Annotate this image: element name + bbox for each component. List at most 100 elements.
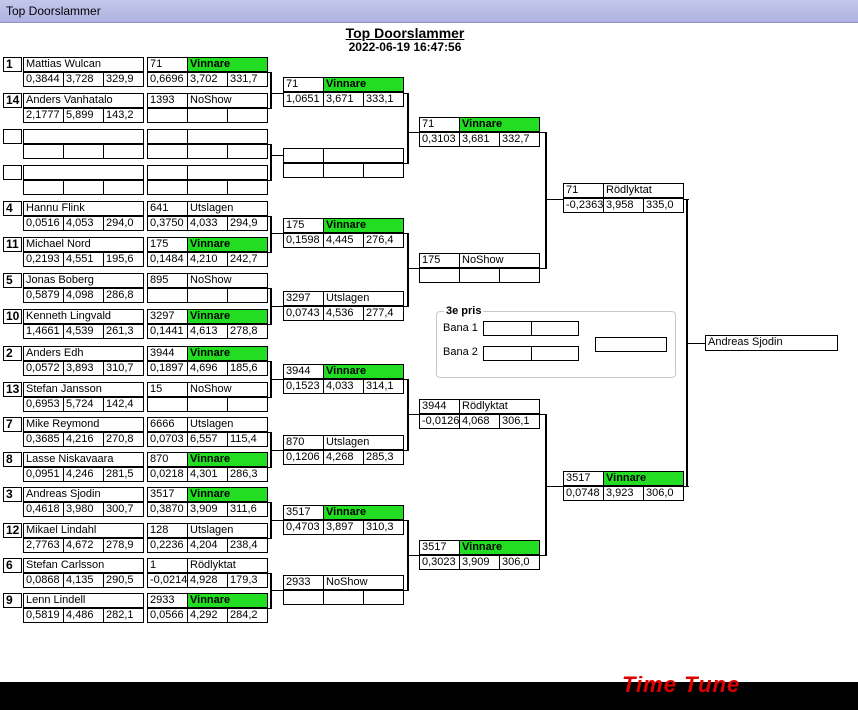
r1-slot-11-driver-name[interactable]: Mike Reymond [23, 417, 144, 432]
r1-slot-15-number[interactable]: 1 [147, 558, 188, 573]
r1-slot-11-number[interactable]: 6666 [147, 417, 188, 432]
r1-slot-5-driver-name[interactable]: Hannu Flink [23, 201, 144, 216]
r1-slot-11-speed: 270,8 [103, 432, 144, 447]
r1-slot-2-seed: 14 [3, 93, 22, 108]
lane-2-result [531, 346, 579, 361]
r1-slot-5-run-elapsed-time: 4,033 [187, 216, 228, 231]
r1-slot-15-run-elapsed-time: 4,928 [187, 573, 228, 588]
r1-slot-8-reaction-time: 1,4661 [23, 324, 64, 339]
r1-slot-4-driver-name[interactable] [23, 165, 144, 180]
r1-slot-8-elapsed-time: 4,539 [63, 324, 104, 339]
r1-slot-8-number[interactable]: 3297 [147, 309, 188, 324]
r3-slot-4-number[interactable]: 3517 [419, 540, 460, 555]
r1-slot-8-driver-name[interactable]: Kenneth Lingvald [23, 309, 144, 324]
r2-slot-8-number[interactable]: 2933 [283, 575, 324, 590]
r1-slot-13-speed: 300,7 [103, 502, 144, 517]
r1-slot-6-driver-name[interactable]: Michael Nord [23, 237, 144, 252]
r2-slot-6-elapsed-time: 4,268 [323, 450, 364, 465]
r2-slot-3-number[interactable]: 175 [283, 218, 324, 233]
r1-slot-9-driver-name[interactable]: Anders Edh [23, 346, 144, 361]
r1-slot-13-seed: 3 [3, 487, 22, 502]
r2-slot-7-speed: 310,3 [363, 520, 404, 535]
r2-slot-5-reaction-time: 0,1523 [283, 379, 324, 394]
r1-slot-6-elapsed-time: 4,551 [63, 252, 104, 267]
r2-slot-8-reaction-time [283, 590, 324, 605]
r1-slot-4-speed [103, 180, 144, 195]
r2-connector-mid [407, 414, 419, 415]
r1-slot-12-driver-name[interactable]: Lasse Niskavaara [23, 452, 144, 467]
r1-connector-mid [270, 450, 283, 451]
r1-slot-3-number[interactable] [147, 129, 188, 144]
r2-slot-1-elapsed-time: 3,671 [323, 92, 364, 107]
r1-slot-3-run-speed [227, 144, 268, 159]
r1-slot-1-run-speed: 331,7 [227, 72, 268, 87]
r1-slot-7-number[interactable]: 895 [147, 273, 188, 288]
r1-slot-8-status: Vinnare [187, 309, 268, 324]
r1-slot-9-number[interactable]: 3944 [147, 346, 188, 361]
r1-connector-vertical [270, 216, 272, 253]
r1-slot-2-run-speed [227, 108, 268, 123]
r3-slot-3-elapsed-time: 4,068 [459, 414, 500, 429]
r2-slot-1-status: Vinnare [323, 77, 404, 92]
r1-slot-12-number[interactable]: 870 [147, 452, 188, 467]
r1-slot-9-run-speed: 185,6 [227, 361, 268, 376]
r2-slot-2-number[interactable] [283, 148, 324, 163]
r1-slot-10-number[interactable]: 15 [147, 382, 188, 397]
r1-slot-14-number[interactable]: 128 [147, 523, 188, 538]
r2-slot-3-elapsed-time: 4,445 [323, 233, 364, 248]
r1-slot-5-speed: 294,0 [103, 216, 144, 231]
lane-2-entry[interactable] [483, 346, 532, 361]
r1-slot-6-number[interactable]: 175 [147, 237, 188, 252]
r1-slot-10-reaction-time: 0,6953 [23, 397, 64, 412]
r1-slot-1-driver-name[interactable]: Mattias Wulcan [23, 57, 144, 72]
r1-slot-2-driver-name[interactable]: Anders Vanhatalo [23, 93, 144, 108]
r1-slot-7-driver-name[interactable]: Jonas Boberg [23, 273, 144, 288]
lane-1-entry[interactable] [483, 321, 532, 336]
r1-slot-5-status: Utslagen [187, 201, 268, 216]
time-tune-logo: Time Tune [622, 672, 741, 697]
r1-slot-14-driver-name[interactable]: Mikael Lindahl [23, 523, 144, 538]
r1-slot-11-reaction-time: 0,3685 [23, 432, 64, 447]
r3-slot-1-number[interactable]: 71 [419, 117, 460, 132]
r1-slot-14-status: Utslagen [187, 523, 268, 538]
r1-slot-6-speed: 195,6 [103, 252, 144, 267]
r1-slot-4-number[interactable] [147, 165, 188, 180]
r1-slot-16-driver-name[interactable]: Lenn Lindell [23, 593, 144, 608]
r1-slot-13-number[interactable]: 3517 [147, 487, 188, 502]
r1-slot-4-run-elapsed-time [187, 180, 228, 195]
r1-connector-mid [270, 379, 283, 380]
r3-slot-4-elapsed-time: 3,909 [459, 555, 500, 570]
r2-slot-4-elapsed-time: 4,536 [323, 306, 364, 321]
r2-slot-1-number[interactable]: 71 [283, 77, 324, 92]
r2-slot-6-number[interactable]: 870 [283, 435, 324, 450]
r1-slot-5-run-speed: 294,9 [227, 216, 268, 231]
r1-slot-1-seed: 1 [3, 57, 22, 72]
r1-slot-3-driver-name[interactable] [23, 129, 144, 144]
r1-slot-5-number[interactable]: 641 [147, 201, 188, 216]
r1-slot-14-speed: 278,9 [103, 538, 144, 553]
r1-slot-2-number[interactable]: 1393 [147, 93, 188, 108]
r1-slot-1-number[interactable]: 71 [147, 57, 188, 72]
r1-slot-3-run-reaction-time [147, 144, 188, 159]
semifinal-slot-2-number[interactable]: 3517 [563, 471, 604, 486]
r1-slot-16-number[interactable]: 2933 [147, 593, 188, 608]
semifinal-slot-1-number[interactable]: 71 [563, 183, 604, 198]
r1-slot-13-driver-name[interactable]: Andreas Sjodin [23, 487, 144, 502]
r1-slot-14-seed: 12 [3, 523, 22, 538]
r1-slot-15-driver-name[interactable]: Stefan Carlsson [23, 558, 144, 573]
r2-connector-mid [407, 132, 419, 133]
semifinal-slot-2-elapsed-time: 3,923 [603, 486, 644, 501]
r1-slot-9-speed: 310,7 [103, 361, 144, 376]
r2-slot-4-number[interactable]: 3297 [283, 291, 324, 306]
r2-slot-7-number[interactable]: 3517 [283, 505, 324, 520]
r2-slot-5-number[interactable]: 3944 [283, 364, 324, 379]
main-window: Top Doorslammer Top Doorslammer 2022-06-… [0, 0, 858, 697]
r1-slot-10-seed: 13 [3, 382, 22, 397]
r1-slot-7-status: NoShow [187, 273, 268, 288]
r3-slot-3-number[interactable]: 3944 [419, 399, 460, 414]
r1-slot-12-reaction-time: 0,0951 [23, 467, 64, 482]
r1-slot-12-elapsed-time: 4,246 [63, 467, 104, 482]
r1-slot-10-driver-name[interactable]: Stefan Jansson [23, 382, 144, 397]
r3-slot-2-number[interactable]: 175 [419, 253, 460, 268]
r3-slot-3-speed: 306,1 [499, 414, 540, 429]
